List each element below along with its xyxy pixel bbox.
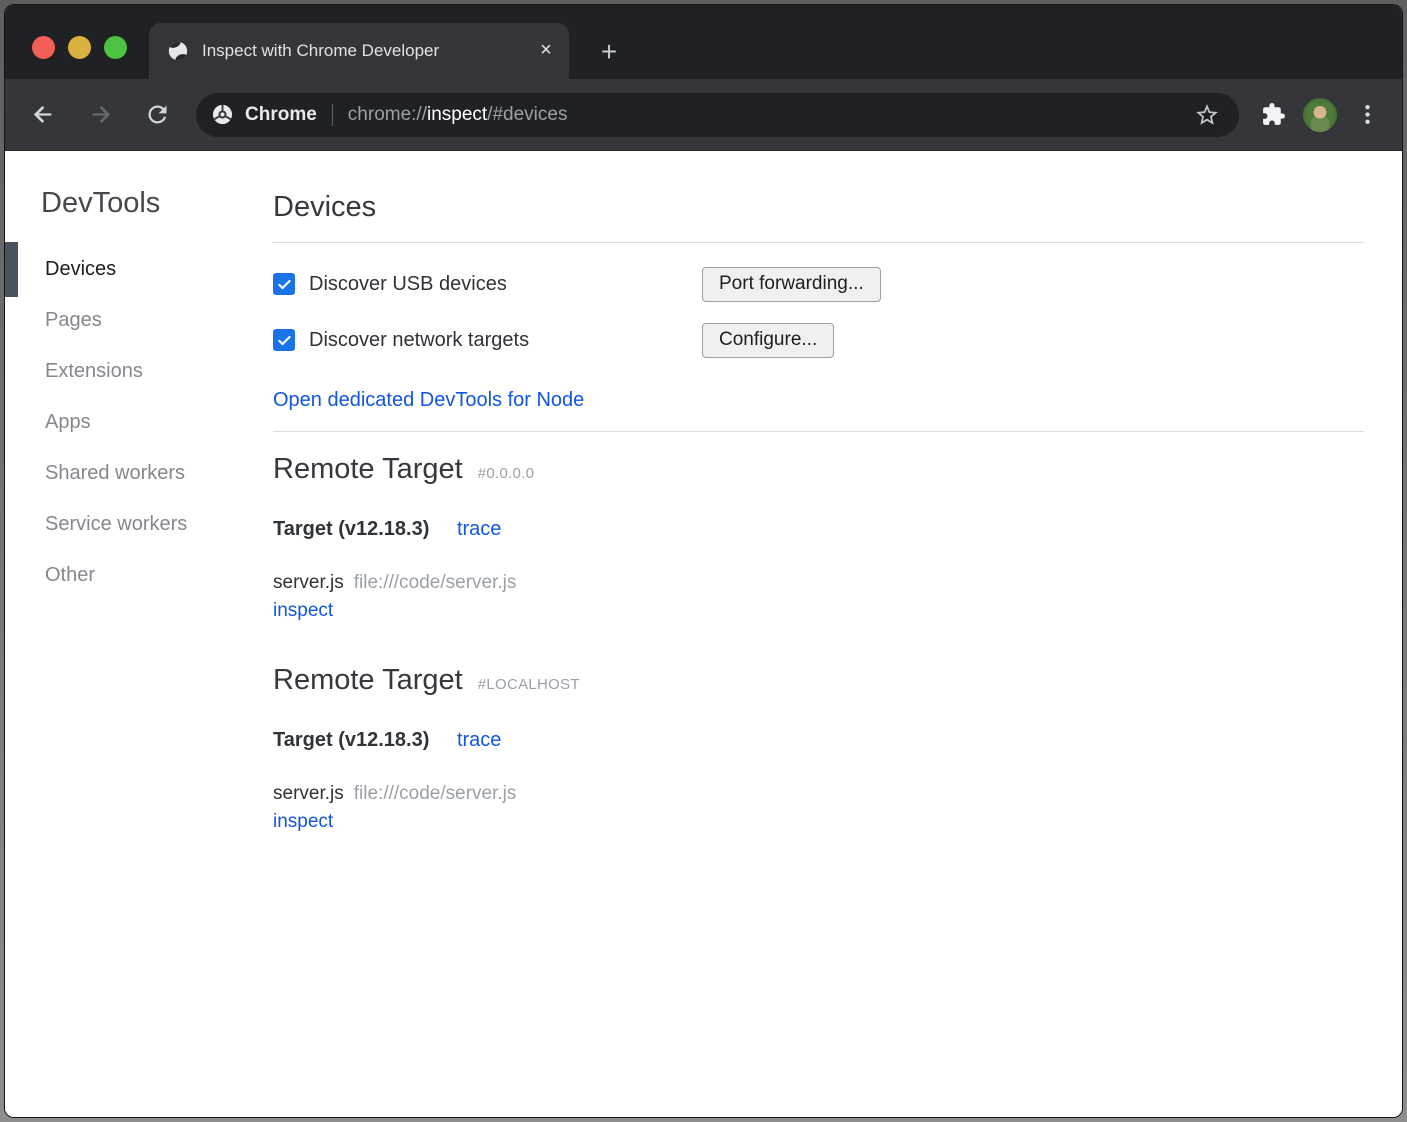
browser-window: Inspect with Chrome Developer × + (4, 4, 1403, 1118)
browser-toolbar: Chrome chrome://inspect/#devices (5, 79, 1402, 151)
reload-icon (144, 101, 171, 128)
minimize-window-button[interactable] (68, 36, 91, 59)
sidebar-item-extensions[interactable]: Extensions (5, 346, 273, 397)
inspect-link[interactable]: inspect (273, 808, 333, 836)
remote-target-title: Remote Target (273, 662, 463, 698)
star-icon (1194, 102, 1220, 128)
remote-target-header: Remote Target #0.0.0.0 (273, 451, 1364, 487)
target-file-name: server.js (273, 572, 344, 593)
devices-panel: Devices Discover USB devices Port forwar… (273, 151, 1402, 1117)
configure-button[interactable]: Configure... (702, 323, 834, 358)
devtools-sidebar: DevTools Devices Pages Extensions Apps S… (5, 151, 273, 1117)
remote-target-section-1: Remote Target #LOCALHOST Target (v12.18.… (273, 662, 1364, 836)
extensions-button[interactable] (1253, 95, 1293, 135)
divider (273, 431, 1364, 432)
network-targets-row: Discover network targets Configure... (273, 321, 1364, 359)
discovery-options: Discover USB devices Port forwarding... … (273, 265, 1364, 359)
zoom-window-button[interactable] (104, 36, 127, 59)
browser-menu-button[interactable] (1347, 95, 1387, 135)
kebab-menu-icon (1355, 102, 1380, 127)
devtools-globe-icon (167, 40, 189, 62)
target-details: server.js file:///code/server.js inspect (273, 569, 1364, 625)
trace-link[interactable]: trace (457, 729, 501, 751)
tab-inspect[interactable]: Inspect with Chrome Developer × (149, 23, 569, 79)
address-bar[interactable]: Chrome chrome://inspect/#devices (196, 93, 1239, 137)
discover-network-label: Discover network targets (309, 329, 529, 352)
remote-target-section-0: Remote Target #0.0.0.0 Target (v12.18.3)… (273, 451, 1364, 625)
target-row: Target (v12.18.3) trace (273, 726, 1364, 754)
checkmark-icon (276, 332, 293, 349)
forward-arrow-icon (87, 101, 114, 128)
reload-button[interactable] (137, 95, 177, 135)
target-version-label: Target (v12.18.3) (273, 729, 429, 751)
sidebar-item-devices[interactable]: Devices (5, 244, 273, 295)
omnibox-separator (332, 104, 333, 126)
sidebar-item-pages[interactable]: Pages (5, 295, 273, 346)
node-devtools-link[interactable]: Open dedicated DevTools for Node (273, 389, 584, 412)
page-title: Devices (273, 191, 1364, 224)
sidebar-item-service-workers[interactable]: Service workers (5, 499, 273, 550)
site-label: Chrome (245, 104, 317, 126)
remote-target-address: #LOCALHOST (478, 676, 580, 693)
back-button[interactable] (23, 95, 63, 135)
sidebar-item-other[interactable]: Other (5, 550, 273, 601)
target-file-url: file:///code/server.js (354, 572, 517, 593)
url-host: inspect (427, 104, 487, 125)
url-path: /#devices (487, 104, 567, 125)
target-version-label: Target (v12.18.3) (273, 518, 429, 540)
chrome-logo-icon (211, 103, 234, 126)
new-tab-button[interactable]: + (591, 34, 627, 70)
usb-devices-row: Discover USB devices Port forwarding... (273, 265, 1364, 303)
remote-target-address: #0.0.0.0 (478, 465, 535, 482)
page-content: DevTools Devices Pages Extensions Apps S… (5, 151, 1402, 1117)
close-window-button[interactable] (32, 36, 55, 59)
divider (273, 242, 1364, 243)
discover-usb-label: Discover USB devices (309, 273, 507, 296)
target-row: Target (v12.18.3) trace (273, 515, 1364, 543)
usb-devices-option: Discover USB devices (273, 273, 702, 296)
inspect-link[interactable]: inspect (273, 597, 333, 625)
back-arrow-icon (30, 101, 57, 128)
sidebar-title: DevTools (41, 187, 273, 220)
bookmark-button[interactable] (1187, 95, 1227, 135)
sidebar-item-apps[interactable]: Apps (5, 397, 273, 448)
port-forwarding-button[interactable]: Port forwarding... (702, 267, 881, 302)
puzzle-icon (1261, 102, 1286, 127)
target-file-url: file:///code/server.js (354, 783, 517, 804)
remote-target-title: Remote Target (273, 451, 463, 487)
checkmark-icon (276, 276, 293, 293)
traffic-lights (32, 36, 127, 59)
url-text[interactable]: chrome://inspect/#devices (348, 104, 568, 126)
discover-usb-checkbox[interactable] (273, 273, 295, 295)
remote-target-header: Remote Target #LOCALHOST (273, 662, 1364, 698)
target-file-name: server.js (273, 783, 344, 804)
profile-avatar[interactable] (1303, 98, 1337, 132)
trace-link[interactable]: trace (457, 518, 501, 540)
sidebar-item-shared-workers[interactable]: Shared workers (5, 448, 273, 499)
tab-strip: Inspect with Chrome Developer × + (5, 5, 1402, 79)
tab-close-icon[interactable]: × (535, 40, 557, 62)
tab-title: Inspect with Chrome Developer (202, 40, 531, 62)
url-scheme: chrome:// (348, 104, 427, 125)
discover-network-checkbox[interactable] (273, 329, 295, 351)
network-targets-option: Discover network targets (273, 329, 702, 352)
target-details: server.js file:///code/server.js inspect (273, 780, 1364, 836)
forward-button[interactable] (80, 95, 120, 135)
